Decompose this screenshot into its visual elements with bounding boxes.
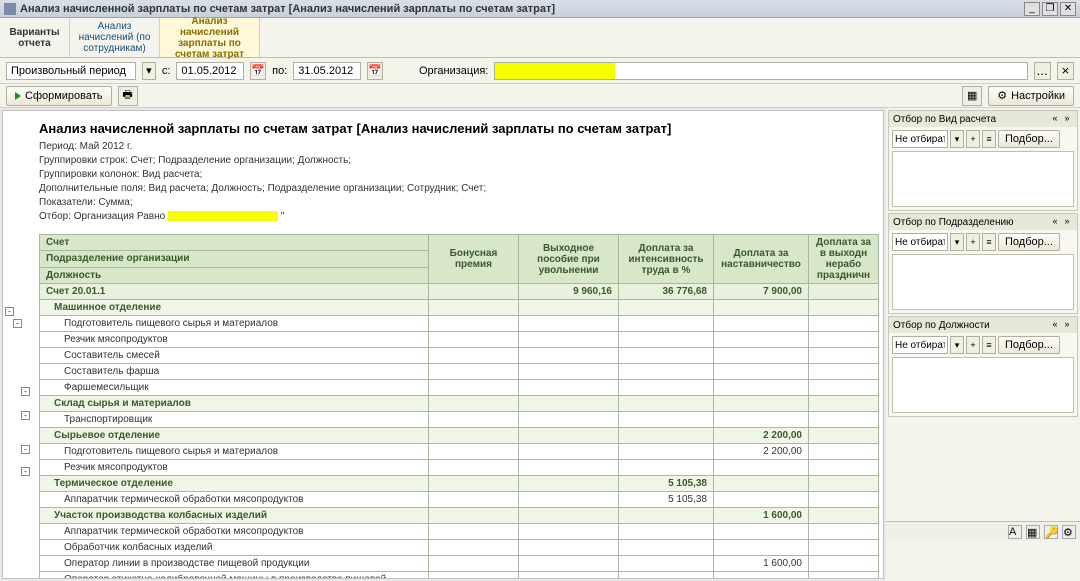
key-icon[interactable]: 🔑 <box>1044 525 1058 539</box>
add-icon[interactable]: + <box>966 130 980 148</box>
gear-icon: ⚙ <box>997 89 1007 102</box>
font-icon[interactable]: A <box>1008 525 1022 539</box>
dropdown-icon[interactable]: ▾ <box>950 130 964 148</box>
filter-mode-select[interactable] <box>892 336 948 354</box>
filter-list[interactable] <box>892 254 1074 310</box>
table-row: Оператор линии в производстве пищевой пр… <box>40 556 879 572</box>
tree-toggle[interactable]: - <box>21 387 30 396</box>
panel-collapse-icon[interactable]: « <box>1049 216 1061 228</box>
status-bar: A ▦ 🔑 ⚙ <box>886 521 1080 541</box>
tree-toggle[interactable]: - <box>21 411 30 420</box>
table-row: Подготовитель пищевого сырья и материало… <box>40 444 879 460</box>
panel-collapse-icon[interactable]: « <box>1049 113 1061 125</box>
table-row: Сырьевое отделение2 200,00 <box>40 428 879 444</box>
table-row: Фаршемесильщик <box>40 380 879 396</box>
calendar-to-icon[interactable]: 📅 <box>367 62 383 80</box>
panel-expand-icon[interactable]: » <box>1061 113 1073 125</box>
app-icon <box>4 3 16 15</box>
table-row: Машинное отделение <box>40 300 879 316</box>
generate-button[interactable]: Сформировать <box>6 86 112 106</box>
list-icon[interactable]: ≡ <box>982 336 996 354</box>
maximize-button[interactable]: ❐ <box>1042 2 1058 16</box>
org-picker-button[interactable]: ... <box>1034 62 1051 80</box>
tab-analysis-employees[interactable]: Анализ начислений (по сотрудникам) <box>70 18 160 57</box>
to-label: по: <box>272 65 287 77</box>
report-meta: Период: Май 2012 г. Группировки строк: С… <box>39 140 875 224</box>
tab-analysis-accounts[interactable]: Анализ начислений зарплаты по счетам зат… <box>160 18 260 57</box>
table-row: Обработчик колбасных изделий <box>40 540 879 556</box>
grid-icon[interactable]: ▦ <box>1026 525 1040 539</box>
table-row: Оператор этикетно-калибровочной машины в… <box>40 572 879 580</box>
table-row: Аппаратчик термической обработки мясопро… <box>40 492 879 508</box>
filter-panel-department: Отбор по Подразделению«» ▾ +≡ Подбор... <box>888 213 1078 314</box>
panel-collapse-icon[interactable]: « <box>1049 319 1061 331</box>
list-icon[interactable]: ≡ <box>982 233 996 251</box>
tree-toggle[interactable]: - <box>21 445 30 454</box>
period-select[interactable] <box>6 62 136 80</box>
action-bar: Сформировать 🖶 ▦ ⚙ Настройки <box>0 84 1080 108</box>
table-row: Транспортировщик <box>40 412 879 428</box>
titlebar: Анализ начисленной зарплаты по счетам за… <box>0 0 1080 18</box>
table-row: Участок производства колбасных изделий1 … <box>40 508 879 524</box>
panel-expand-icon[interactable]: » <box>1061 216 1073 228</box>
toggle-panel-button[interactable]: ▦ <box>962 86 982 106</box>
add-icon[interactable]: + <box>966 233 980 251</box>
filter-panel-position: Отбор по Должности«» ▾ +≡ Подбор... <box>888 316 1078 417</box>
filter-list[interactable] <box>892 151 1074 207</box>
table-row: Составитель смесей <box>40 348 879 364</box>
tree-toggle[interactable]: - <box>13 319 22 328</box>
dropdown-icon[interactable]: ▾ <box>950 336 964 354</box>
minimize-button[interactable]: _ <box>1024 2 1040 16</box>
print-button[interactable]: 🖶 <box>118 86 138 106</box>
table-row: Аппаратчик термической обработки мясопро… <box>40 524 879 540</box>
settings-button[interactable]: ⚙ Настройки <box>988 86 1074 106</box>
organization-input[interactable] <box>494 62 1027 80</box>
table-row: Составитель фарша <box>40 364 879 380</box>
filter-panel-calc-type: Отбор по Вид расчета«» ▾ +≡ Подбор... <box>888 110 1078 211</box>
filter-mode-select[interactable] <box>892 233 948 251</box>
pick-button[interactable]: Подбор... <box>998 336 1060 354</box>
close-button[interactable]: ✕ <box>1060 2 1076 16</box>
report-area[interactable]: - - - - - - Анализ начисленной зарплаты … <box>2 110 884 579</box>
from-label: с: <box>162 65 171 77</box>
filter-mode-select[interactable] <box>892 130 948 148</box>
period-dropdown-icon[interactable]: ▾ <box>142 62 156 80</box>
report-variant-tabs: Варианты отчета Анализ начислений (по со… <box>0 18 1080 58</box>
table-row: Термическое отделение5 105,38 <box>40 476 879 492</box>
window-title: Анализ начисленной зарплаты по счетам за… <box>20 3 1022 15</box>
table-row: Резчик мясопродуктов <box>40 460 879 476</box>
table-row: Счет 20.01.19 960,1636 776,687 900,00 <box>40 284 879 300</box>
panel-expand-icon[interactable]: » <box>1061 319 1073 331</box>
table-row: Подготовитель пищевого сырья и материало… <box>40 316 879 332</box>
report-table: Счет Бонусная премия Выходное пособие пр… <box>39 234 879 579</box>
calendar-from-icon[interactable]: 📅 <box>250 62 266 80</box>
settings-icon[interactable]: ⚙ <box>1062 525 1076 539</box>
table-row: Резчик мясопродуктов <box>40 332 879 348</box>
list-icon[interactable]: ≡ <box>982 130 996 148</box>
table-row: Склад сырья и материалов <box>40 396 879 412</box>
pick-button[interactable]: Подбор... <box>998 130 1060 148</box>
side-panel: Отбор по Вид расчета«» ▾ +≡ Подбор... От… <box>886 108 1080 581</box>
date-to-input[interactable] <box>293 62 361 80</box>
filter-list[interactable] <box>892 357 1074 413</box>
org-clear-button[interactable]: × <box>1057 62 1074 80</box>
play-icon <box>15 92 21 100</box>
pick-button[interactable]: Подбор... <box>998 233 1060 251</box>
tab-variants[interactable]: Варианты отчета <box>0 18 70 57</box>
report-title: Анализ начисленной зарплаты по счетам за… <box>39 121 875 136</box>
filter-bar: ▾ с: 📅 по: 📅 Организация: ... × <box>0 58 1080 84</box>
org-label: Организация: <box>419 65 488 77</box>
dropdown-icon[interactable]: ▾ <box>950 233 964 251</box>
add-icon[interactable]: + <box>966 336 980 354</box>
tree-toggle[interactable]: - <box>21 467 30 476</box>
date-from-input[interactable] <box>176 62 244 80</box>
tree-toggle[interactable]: - <box>5 307 14 316</box>
